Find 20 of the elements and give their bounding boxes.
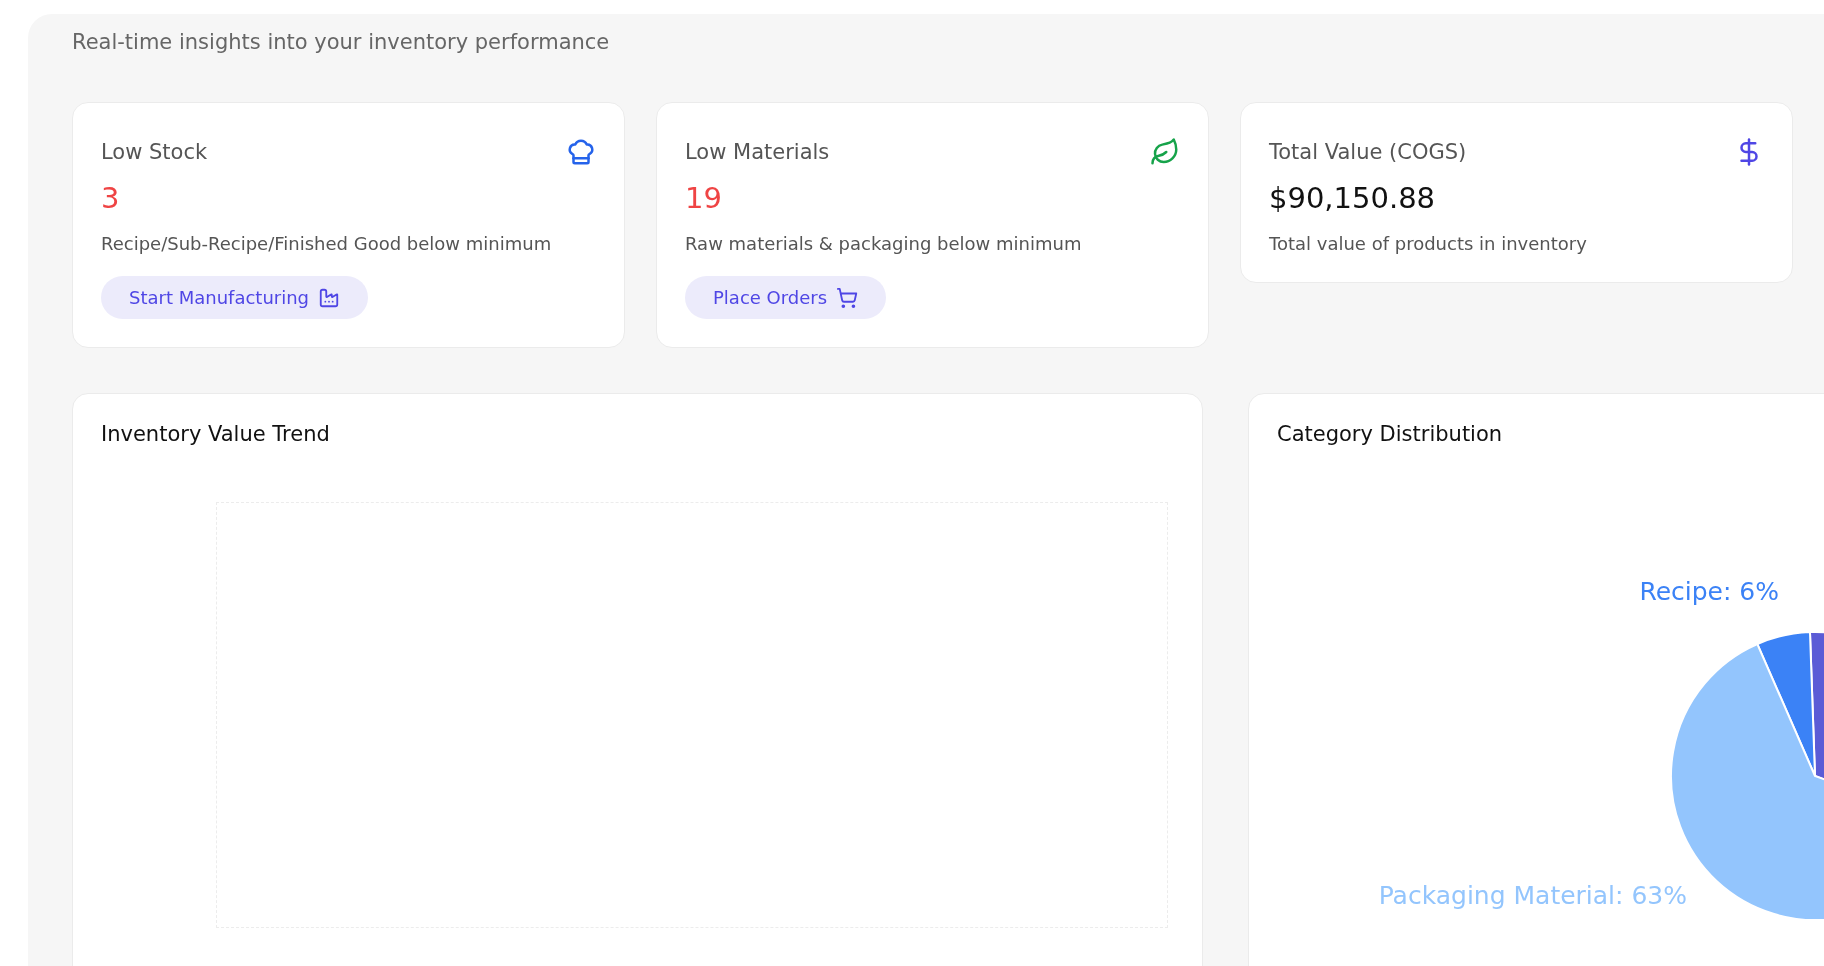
stat-value: 3 xyxy=(101,181,120,215)
factory-icon xyxy=(318,286,341,309)
slice-label: Packaging Material: 63% xyxy=(1378,881,1687,910)
card-description: Recipe/Sub-Recipe/Finished Good below minimum xyxy=(101,233,552,254)
stat-value: 19 xyxy=(685,181,722,215)
card-title: Low Materials xyxy=(685,140,830,164)
action-button[interactable]: Place Orders xyxy=(685,276,887,319)
leaf-icon xyxy=(1150,137,1180,167)
card-title: Total Value (COGS) xyxy=(1269,140,1467,164)
stat-value: $90,150.88 xyxy=(1269,181,1436,215)
chart-title: Inventory Value Trend xyxy=(101,422,330,446)
card-description: Total value of products in inventory xyxy=(1269,233,1587,254)
chef-hat-icon xyxy=(566,137,596,167)
page-subtitle: Real-time insights into your inventory performance xyxy=(72,29,611,56)
cart-icon xyxy=(836,286,859,309)
card-title: Low Stock xyxy=(101,140,208,164)
action-button[interactable]: Start Manufacturing xyxy=(101,276,369,319)
chart-title: Category Distribution xyxy=(1277,422,1503,446)
card-description: Raw materials & packaging below minimum xyxy=(685,233,1082,254)
slice-label: Recipe: 6% xyxy=(1639,577,1779,606)
